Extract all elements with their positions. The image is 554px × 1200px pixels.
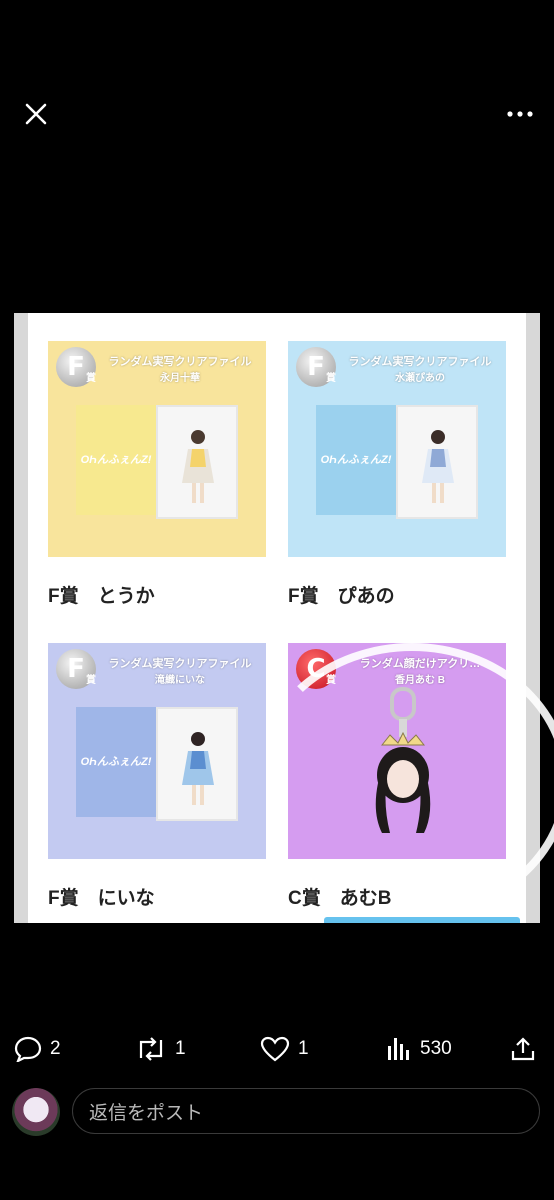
prize-card-f-niina: F 賞 ランダム実写クリアファイル 滝織にいな ОҺんふぇんΖ! <box>48 643 266 859</box>
reply-button[interactable]: 2 <box>14 1036 61 1062</box>
idol-figure <box>182 430 214 503</box>
heart-icon <box>260 1036 290 1062</box>
caption-c-amu: C賞 あむB <box>288 888 392 909</box>
like-count: 1 <box>298 1038 309 1059</box>
logo-text: ОҺんふぇんΖ! <box>80 756 152 768</box>
prize-card-f-piano: F 賞 ランダム実写クリアファイル 水瀬ぴあの ОҺんふぇんΖ! <box>288 341 506 557</box>
clear-file-photo <box>156 707 238 821</box>
clear-file-photo <box>396 405 478 519</box>
like-button[interactable]: 1 <box>260 1036 309 1062</box>
idol-figure <box>422 430 454 503</box>
idol-figure <box>182 732 214 805</box>
badge-sub: 賞 <box>326 373 336 384</box>
clear-file-photo <box>156 405 238 519</box>
reply-count: 2 <box>50 1038 61 1059</box>
touch-indicator <box>254 643 554 919</box>
post-image[interactable]: F 賞 ランダム実写クリアファイル 永月十華 ОҺんふぇんΖ! F 賞 ランダム… <box>0 313 554 923</box>
repost-count: 1 <box>175 1038 186 1059</box>
logo-text: ОҺんふぇんΖ! <box>320 454 392 466</box>
reply-input[interactable]: 返信をポスト <box>72 1088 540 1134</box>
share-button[interactable] <box>510 1036 536 1062</box>
avatar <box>12 1088 60 1136</box>
badge-sub: 賞 <box>86 373 96 384</box>
clear-file-front: ОҺんふぇんΖ! <box>76 405 156 515</box>
caption-f-niina: F賞 にいな <box>48 888 155 909</box>
caption-f-piano: F賞 ぴあの <box>288 586 395 607</box>
post-actions-bar: 2 1 1 530 <box>0 1022 554 1074</box>
prize-card-f-touka: F 賞 ランダム実写クリアファイル 永月十華 ОҺんふぇんΖ! <box>48 341 266 557</box>
clear-file-front: ОҺんふぇんΖ! <box>316 405 396 515</box>
views-icon <box>388 1038 409 1060</box>
card-subtitle: 滝織にいな <box>155 675 205 686</box>
reply-icon <box>14 1036 42 1062</box>
prize-sheet: F 賞 ランダム実写クリアファイル 永月十華 ОҺんふぇんΖ! F 賞 ランダム… <box>14 313 554 923</box>
viewer-top-bar <box>0 0 554 160</box>
view-count: 530 <box>420 1038 452 1059</box>
repost-button[interactable]: 1 <box>135 1036 186 1062</box>
badge-sub: 賞 <box>86 675 96 686</box>
clear-file-front: ОҺんふぇんΖ! <box>76 707 156 817</box>
share-icon <box>511 1037 535 1061</box>
cutoff-button <box>324 917 520 923</box>
views-button[interactable]: 530 <box>386 1036 452 1062</box>
caption-f-touka: F賞 とうか <box>48 586 155 607</box>
left-edge <box>14 313 28 923</box>
card-title: ランダム実写クリアファイル <box>108 356 252 368</box>
card-subtitle: 永月十華 <box>160 373 200 384</box>
card-subtitle: 水瀬ぴあの <box>395 373 445 384</box>
more-icon[interactable] <box>504 100 536 128</box>
reply-composer: 返信をポスト <box>0 1080 554 1140</box>
close-icon[interactable] <box>20 98 52 130</box>
repost-icon <box>139 1037 163 1061</box>
logo-text: ОҺんふぇんΖ! <box>80 454 152 466</box>
card-title: ランダム実写クリアファイル <box>108 658 252 670</box>
card-title: ランダム実写クリアファイル <box>348 356 492 368</box>
